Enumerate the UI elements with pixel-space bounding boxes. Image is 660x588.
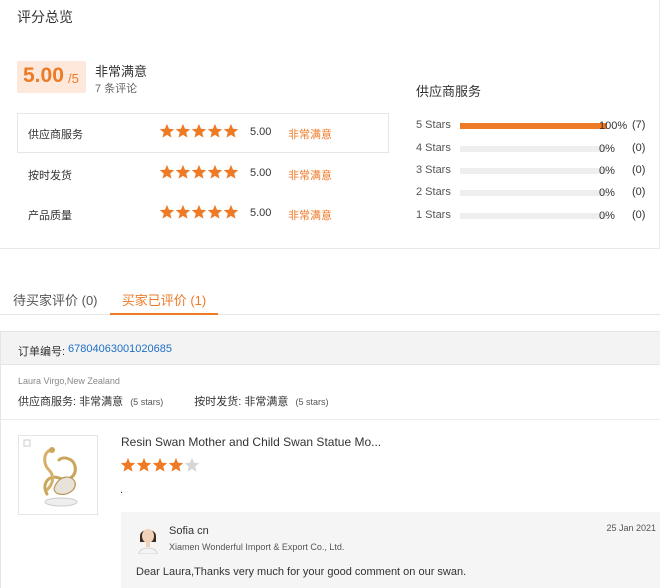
metric-label: 按时发货 bbox=[28, 170, 72, 182]
reply-author-name: Sofia cn bbox=[169, 525, 209, 537]
star-row-percent: 0% bbox=[599, 210, 615, 222]
metric-row-product-quality: 产品质量 5.00 非常满意 bbox=[28, 204, 388, 224]
overall-score-suffix: /5 bbox=[68, 71, 79, 86]
star-row-label: 4 Stars bbox=[416, 142, 451, 154]
star-filled-icon bbox=[223, 164, 239, 179]
swan-statue-icon bbox=[23, 439, 78, 507]
star-row-label: 5 Stars bbox=[416, 119, 451, 131]
order-review-card: 订单编号: 67804063001020685 Laura Virgo,New … bbox=[0, 331, 660, 588]
star-filled-icon bbox=[191, 204, 207, 219]
star-row-percent: 0% bbox=[599, 165, 615, 177]
review-count: 7 条评论 bbox=[95, 83, 138, 95]
overall-score: 5.00 bbox=[23, 64, 64, 87]
delivery-rating: 按时发货: 非常满意 bbox=[194, 396, 289, 408]
divider bbox=[1, 419, 660, 420]
product-rating-stars bbox=[120, 457, 200, 472]
product-title[interactable]: Resin Swan Mother and Child Swan Statue … bbox=[121, 435, 381, 449]
product-thumbnail[interactable] bbox=[18, 435, 98, 515]
star-breakdown-row: 3 Stars 0% (0) bbox=[416, 163, 656, 179]
star-row-count: (0) bbox=[632, 209, 646, 221]
metric-word: 非常满意 bbox=[288, 170, 332, 182]
star-row-label: 2 Stars bbox=[416, 186, 451, 198]
star-row-label: 1 Stars bbox=[416, 209, 451, 221]
tab-completed-reviews[interactable]: 买家已评价 (1) bbox=[110, 280, 218, 315]
delivery-stars-text: (5 stars) bbox=[295, 397, 329, 407]
reply-author-company: Xiamen Wonderful Import & Export Co., Lt… bbox=[169, 542, 345, 552]
star-breakdown-row: 4 Stars 0% (0) bbox=[416, 141, 656, 157]
metric-score: 5.00 bbox=[250, 167, 272, 179]
star-row-bar bbox=[460, 146, 607, 152]
review-tabs: 待买家评价 (0) 买家已评价 (1) bbox=[0, 280, 660, 315]
star-row-label: 3 Stars bbox=[416, 164, 451, 176]
star-filled-icon bbox=[152, 457, 168, 472]
overall-summary-word: 非常满意 bbox=[95, 64, 148, 79]
star-filled-icon bbox=[207, 123, 223, 138]
star-filled-icon bbox=[175, 204, 191, 219]
star-row-bar bbox=[460, 190, 607, 196]
order-header: 订单编号: 67804063001020685 bbox=[1, 331, 660, 365]
star-row-count: (7) bbox=[632, 119, 646, 131]
star-row-count: (0) bbox=[632, 186, 646, 198]
service-breakdown-title: 供应商服务 bbox=[416, 84, 482, 99]
star-filled-icon bbox=[159, 204, 175, 219]
star-empty-icon bbox=[184, 457, 200, 472]
star-filled-icon bbox=[168, 457, 184, 472]
star-breakdown-row: 1 Stars 0% (0) bbox=[416, 208, 656, 224]
rating-overview: 评分总览 5.00 /5 非常满意 7 条评论 供应商服务 5.00 非常满意 … bbox=[0, 0, 660, 249]
star-row-count: (0) bbox=[632, 142, 646, 154]
metric-label: 产品质量 bbox=[28, 210, 72, 222]
star-row-percent: 100% bbox=[599, 120, 628, 132]
star-breakdown-row: 5 Stars 100% (7) bbox=[416, 118, 656, 134]
buyer-ratings: 供应商服务: 非常满意 (5 stars) 按时发货: 非常满意 (5 star… bbox=[18, 393, 328, 409]
star-row-bar bbox=[460, 123, 607, 129]
star-breakdown-row: 2 Stars 0% (0) bbox=[416, 185, 656, 201]
tab-pending-reviews[interactable]: 待买家评价 (0) bbox=[13, 280, 98, 315]
supplier-service-stars-text: (5 stars) bbox=[130, 397, 164, 407]
star-row-bar bbox=[460, 213, 607, 219]
metric-label: 供应商服务 bbox=[28, 129, 83, 141]
metric-word: 非常满意 bbox=[288, 129, 332, 141]
metric-row-on-time-delivery: 按时发货 5.00 非常满意 bbox=[28, 164, 388, 184]
overall-score-badge: 5.00 /5 bbox=[17, 61, 86, 93]
star-filled-icon bbox=[175, 123, 191, 138]
avatar bbox=[138, 529, 158, 554]
metric-stars bbox=[159, 204, 239, 219]
order-number-label: 订单编号: bbox=[18, 346, 66, 358]
star-filled-icon bbox=[159, 164, 175, 179]
star-filled-icon bbox=[191, 164, 207, 179]
metric-score: 5.00 bbox=[250, 126, 272, 138]
star-row-bar bbox=[460, 168, 607, 174]
metric-row-supplier-service: 供应商服务 5.00 非常满意 bbox=[28, 123, 388, 143]
metric-score: 5.00 bbox=[250, 207, 272, 219]
star-filled-icon bbox=[223, 123, 239, 138]
metric-word: 非常满意 bbox=[288, 210, 332, 222]
reply-text: Dear Laura,Thanks very much for your goo… bbox=[136, 566, 467, 578]
star-filled-icon bbox=[159, 123, 175, 138]
star-row-bar-fill bbox=[460, 123, 607, 129]
star-filled-icon bbox=[120, 457, 136, 472]
star-filled-icon bbox=[175, 164, 191, 179]
star-row-count: (0) bbox=[632, 164, 646, 176]
supplier-service-rating: 供应商服务: 非常满意 bbox=[18, 396, 124, 408]
buyer-name-location: Laura Virgo,New Zealand bbox=[18, 376, 120, 386]
supplier-reply: Sofia cn Xiamen Wonderful Import & Expor… bbox=[121, 512, 660, 588]
star-row-percent: 0% bbox=[599, 143, 615, 155]
metric-stars bbox=[159, 123, 239, 138]
star-filled-icon bbox=[136, 457, 152, 472]
star-filled-icon bbox=[207, 164, 223, 179]
star-row-percent: 0% bbox=[599, 187, 615, 199]
overview-title: 评分总览 bbox=[17, 9, 73, 25]
star-filled-icon bbox=[207, 204, 223, 219]
star-filled-icon bbox=[223, 204, 239, 219]
star-filled-icon bbox=[191, 123, 207, 138]
order-number-link[interactable]: 67804063001020685 bbox=[68, 343, 172, 355]
metric-stars bbox=[159, 164, 239, 179]
reply-date: 25 Jan 2021 bbox=[606, 523, 656, 533]
buyer-comment: . bbox=[120, 484, 124, 496]
